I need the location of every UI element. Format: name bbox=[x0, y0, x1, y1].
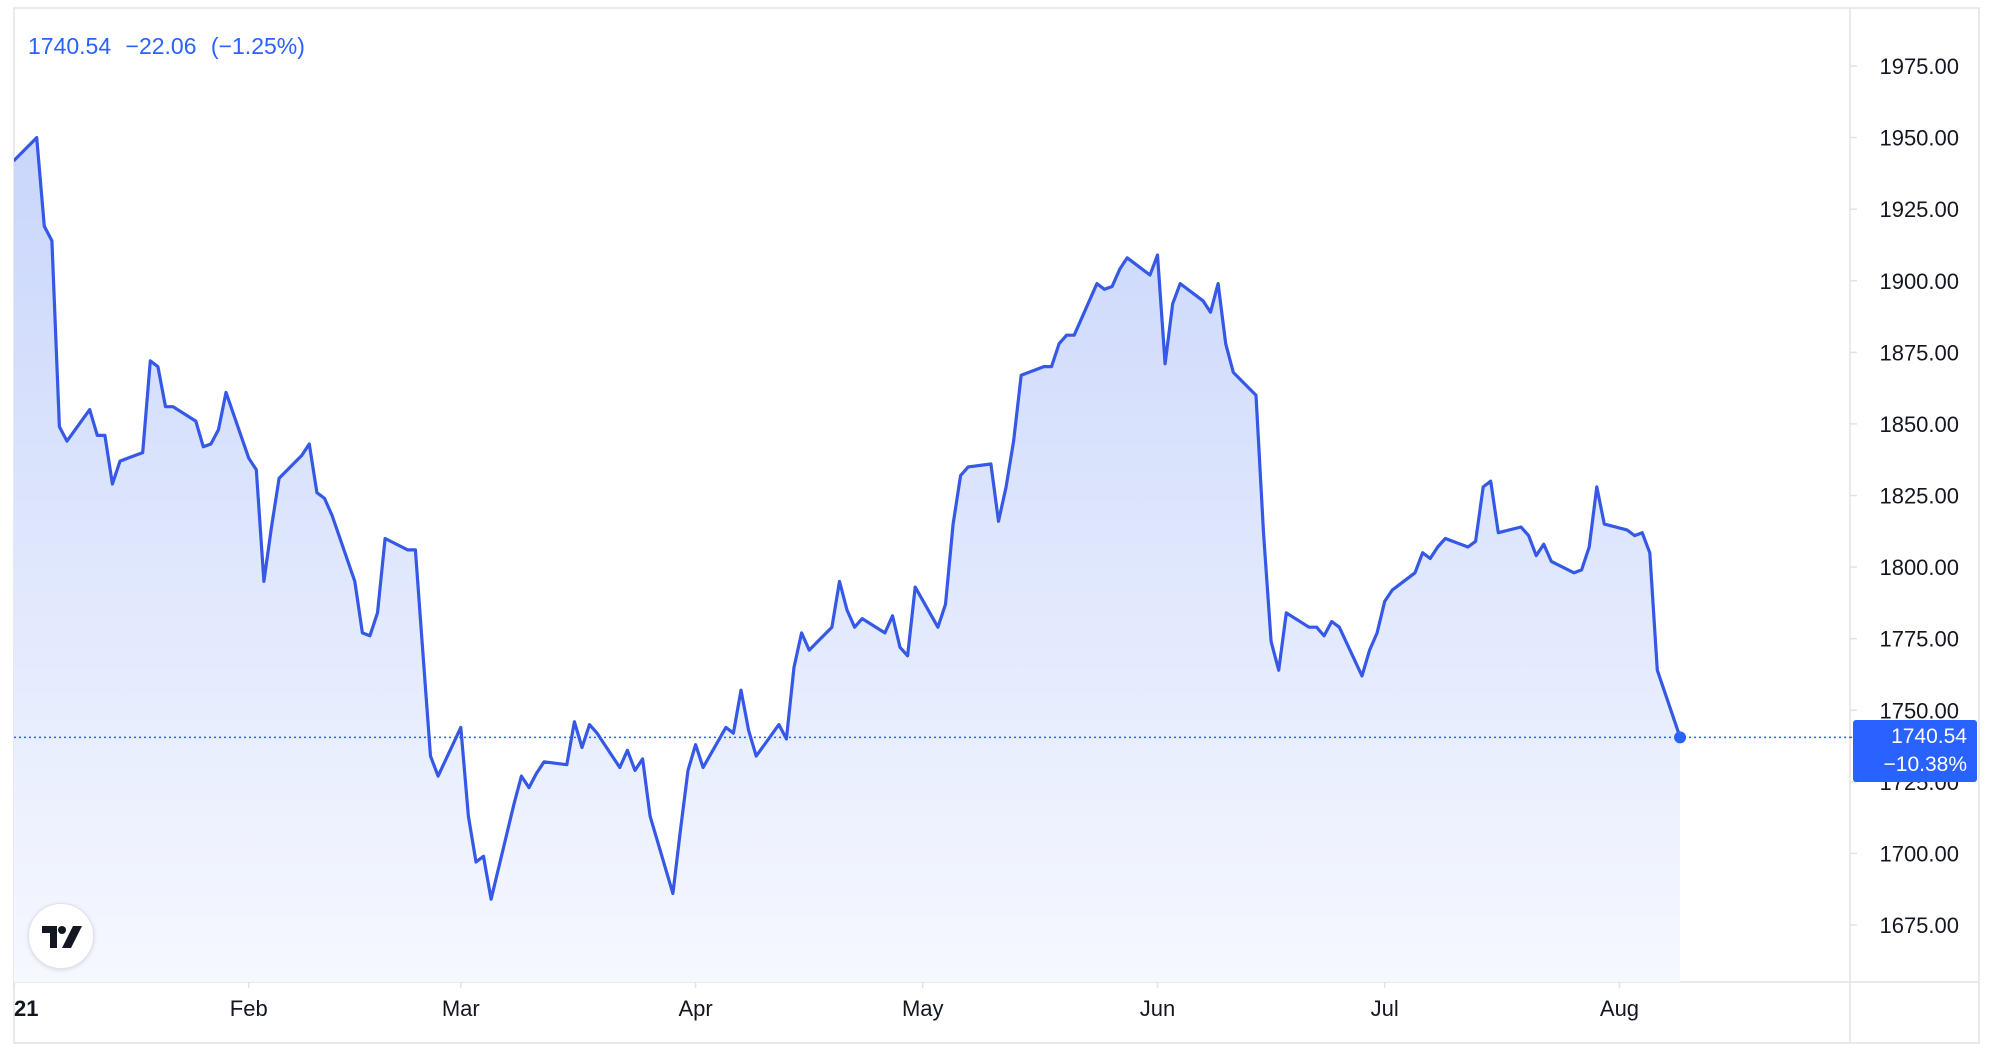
time-axis[interactable]: 21 Feb Mar Apr May Jun Jul Aug bbox=[13, 982, 1639, 1021]
x-tick-label: Jun bbox=[1140, 996, 1175, 1021]
legend-change: −22.06 bbox=[125, 33, 197, 59]
x-tick-label: Aug bbox=[1600, 996, 1639, 1021]
y-tick-label: 1975.00 bbox=[1879, 54, 1959, 79]
last-price-badge: 1740.54 −10.38% bbox=[1853, 720, 1977, 782]
y-tick-label: 1875.00 bbox=[1879, 340, 1959, 365]
tradingview-logo-icon bbox=[42, 926, 82, 948]
y-tick-label: 1925.00 bbox=[1879, 197, 1959, 222]
price-chart[interactable]: 1675.001700.001725.001750.001775.001800.… bbox=[0, 0, 1994, 1048]
chart-root: 1675.00 1700.00 1725.00 1750.00 1775.00 1800.… bbox=[0, 0, 1994, 1048]
x-tick-label: Jul bbox=[1371, 996, 1399, 1021]
y-tick-label: 1700.00 bbox=[1879, 841, 1959, 866]
y-tick-label: 1675.00 bbox=[1879, 913, 1959, 938]
x-tick-label: Mar bbox=[442, 996, 480, 1021]
badge-change-pct: −10.38% bbox=[1883, 753, 1968, 776]
x-tick-label: Apr bbox=[678, 996, 712, 1021]
legend-change-pct: (−1.25%) bbox=[210, 33, 305, 59]
badge-price: 1740.54 bbox=[1891, 725, 1967, 748]
y-tick-label: 1800.00 bbox=[1879, 555, 1959, 580]
tradingview-logo[interactable] bbox=[28, 903, 94, 969]
y-tick-label: 1950.00 bbox=[1879, 126, 1959, 151]
header-legend: 1740.54 −22.06 (−1.25%) bbox=[28, 33, 313, 60]
y-tick-label: 1900.00 bbox=[1879, 269, 1959, 294]
x-tick-label: 21 bbox=[14, 996, 38, 1021]
x-tick-label: Feb bbox=[230, 996, 268, 1021]
x-tick-label: May bbox=[902, 996, 944, 1021]
price-axis[interactable]: 1675.001700.001725.001750.001775.001800.… bbox=[1850, 54, 1959, 938]
y-tick-label: 1825.00 bbox=[1879, 484, 1959, 509]
y-tick-label: 1850.00 bbox=[1879, 412, 1959, 437]
last-price-marker bbox=[1674, 731, 1687, 744]
legend-price: 1740.54 bbox=[28, 33, 112, 59]
y-tick-label: 1775.00 bbox=[1879, 627, 1959, 652]
